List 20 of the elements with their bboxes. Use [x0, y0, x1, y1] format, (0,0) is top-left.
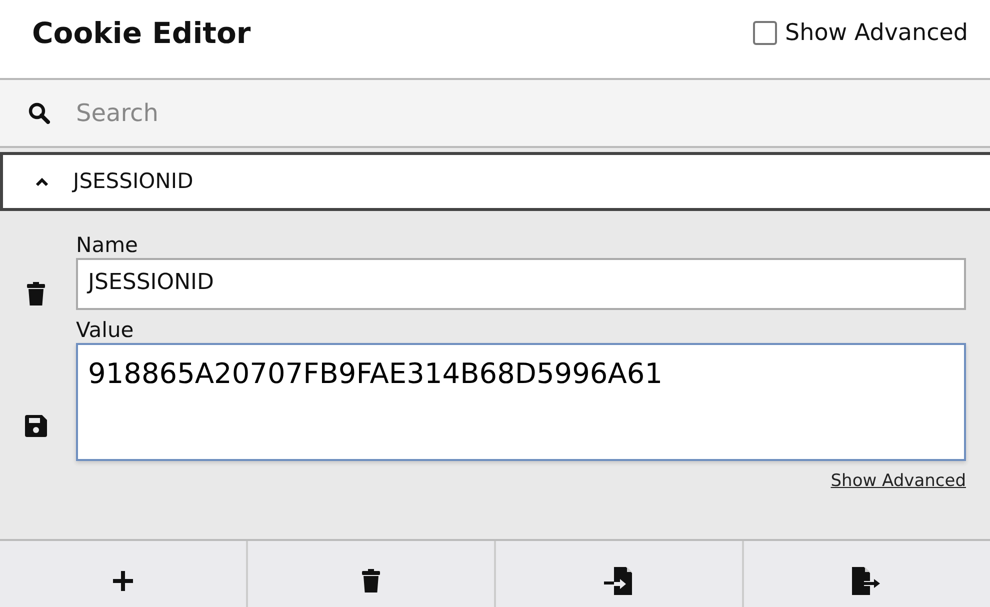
- chevron-up-icon: [35, 176, 49, 186]
- checkbox-label: Show Advanced: [785, 19, 968, 48]
- delete-button[interactable]: [26, 281, 46, 306]
- trash-icon: [361, 568, 381, 592]
- save-button[interactable]: [25, 414, 47, 438]
- search-icon: [28, 102, 50, 124]
- trash-icon: [26, 282, 46, 306]
- field-label: Value: [76, 318, 135, 344]
- search-bar[interactable]: Search: [0, 80, 990, 148]
- app-title: Cookie Editor: [32, 15, 251, 51]
- cookie-row[interactable]: JSESSIONID: [0, 152, 990, 211]
- file-export-icon: [852, 566, 882, 594]
- name-field[interactable]: JSESSIONID: [76, 258, 966, 310]
- show-advanced-link[interactable]: Show Advanced: [830, 469, 966, 495]
- file-import-icon: [604, 566, 634, 594]
- checkbox[interactable]: [753, 21, 778, 46]
- plus-icon: [111, 568, 135, 592]
- search-field[interactable]: Search: [50, 94, 990, 132]
- value-field[interactable]: 918865A20707FB9FAE314B68D5996A61: [76, 343, 966, 462]
- field-label: Name: [76, 233, 139, 258]
